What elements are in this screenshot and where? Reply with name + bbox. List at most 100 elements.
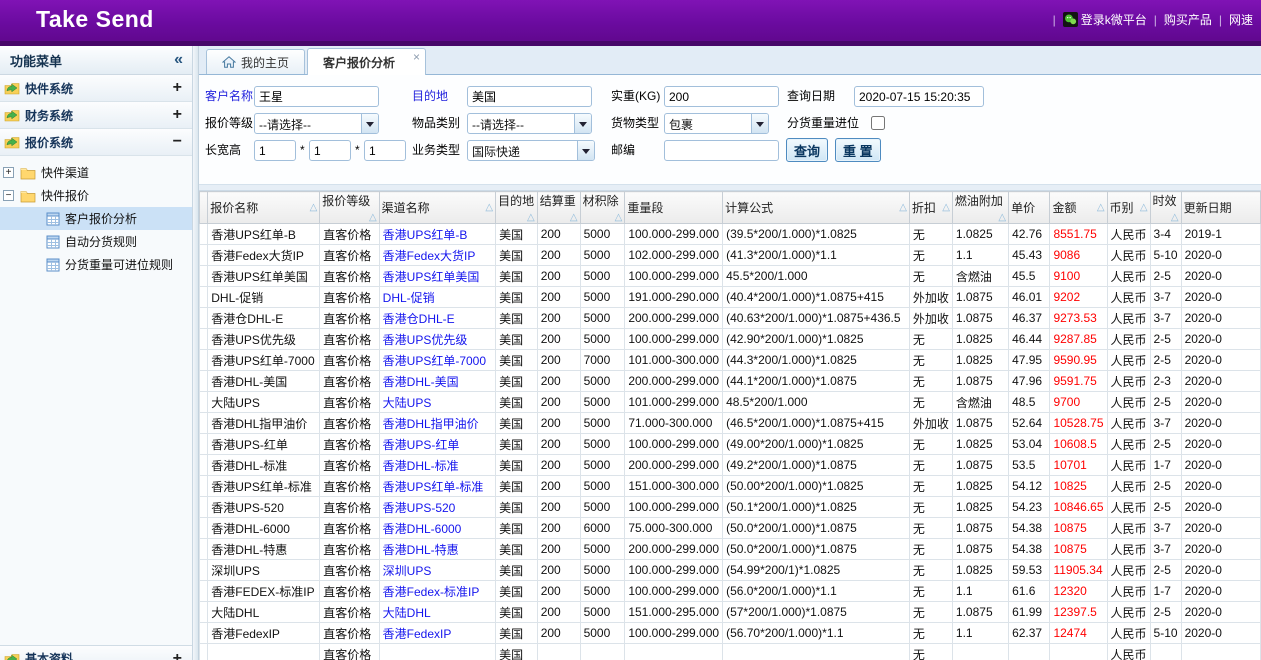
item-type-select[interactable]: --请选择-- xyxy=(467,113,592,134)
tree-leaf-label[interactable]: 分货重量可进位规则 xyxy=(65,256,173,273)
customer-name-input[interactable] xyxy=(254,86,379,107)
tree-node-express-quote[interactable]: − 快件报价 xyxy=(0,184,192,207)
cell-channel[interactable]: 深圳UPS xyxy=(379,560,495,581)
destination-input[interactable] xyxy=(467,86,592,107)
quote-row[interactable]: 香港DHL-特惠直客价格香港DHL-特惠美国2005000200.000-299… xyxy=(200,539,1261,560)
tab-my-homepage[interactable]: 我的主页 xyxy=(206,49,305,74)
quote-grade-select[interactable]: --请选择-- xyxy=(254,113,379,134)
split-weight-rounding-checkbox[interactable] xyxy=(871,116,885,130)
column-header-formula[interactable]: 计算公式△ xyxy=(723,192,910,224)
cell-channel[interactable]: 大陆UPS xyxy=(379,392,495,413)
quote-row[interactable]: 大陆UPS直客价格大陆UPS美国2005000101.000-299.00048… xyxy=(200,392,1261,413)
sidebar-section-quote[interactable]: 报价系统 − xyxy=(0,129,192,156)
sidebar-section-express[interactable]: 快件系统 + xyxy=(0,75,192,102)
expand-plus-icon[interactable]: + xyxy=(173,107,182,123)
cell-channel[interactable]: 香港UPS优先级 xyxy=(379,329,495,350)
search-button[interactable]: 查询 xyxy=(786,138,828,162)
cell-channel[interactable]: 香港FedexIP xyxy=(379,623,495,644)
sort-icon[interactable]: △ xyxy=(942,202,950,213)
quote-row[interactable]: 直客价格美国无人民币 xyxy=(200,644,1261,660)
quote-row[interactable]: 香港UPS红单-B直客价格香港UPS红单-B美国2005000100.000-2… xyxy=(200,224,1261,245)
buy-product-link[interactable]: 购买产品 xyxy=(1164,11,1212,28)
column-header-fuel[interactable]: 燃油附加△ xyxy=(952,192,1008,224)
column-header-charge_weight[interactable]: 结算重△ xyxy=(537,192,580,224)
cell-channel[interactable]: 香港DHL-标准 xyxy=(379,455,495,476)
quote-row[interactable]: 香港DHL-标准直客价格香港DHL-标准美国2005000200.000-299… xyxy=(200,455,1261,476)
tree-leaf-customer-quote-analysis[interactable]: 客户报价分析 xyxy=(0,207,192,230)
length-input[interactable] xyxy=(254,140,296,161)
close-tab-icon[interactable]: × xyxy=(413,50,420,64)
cargo-type-select[interactable]: 包裹 xyxy=(664,113,769,134)
query-date-input[interactable] xyxy=(854,86,984,107)
tab-customer-quote-analysis[interactable]: 客户报价分析 × xyxy=(307,48,426,75)
sort-icon[interactable]: △ xyxy=(899,202,907,213)
quote-row[interactable]: 香港UPS优先级直客价格香港UPS优先级美国2005000100.000-299… xyxy=(200,329,1261,350)
quote-row[interactable]: 香港DHL-6000直客价格香港DHL-6000美国200600075.000-… xyxy=(200,518,1261,539)
tree-node-label[interactable]: 快件报价 xyxy=(41,187,89,204)
net-speed-link[interactable]: 网速 xyxy=(1229,11,1253,28)
quote-row[interactable]: 香港Fedex大货IP直客价格香港Fedex大货IP美国2005000102.0… xyxy=(200,245,1261,266)
quote-row[interactable]: 香港DHL指甲油价直客价格香港DHL指甲油价美国200500071.000-30… xyxy=(200,413,1261,434)
cell-channel[interactable]: 香港UPS红单-7000 xyxy=(379,350,495,371)
actual-weight-input[interactable] xyxy=(664,86,779,107)
dropdown-arrow-icon[interactable] xyxy=(751,114,768,133)
cell-channel[interactable]: 香港UPS红单美国 xyxy=(379,266,495,287)
sort-icon[interactable]: △ xyxy=(1171,212,1179,223)
dropdown-arrow-icon[interactable] xyxy=(361,114,378,133)
sort-icon[interactable]: △ xyxy=(1140,202,1148,213)
quote-row[interactable]: DHL-促销直客价格DHL-促销美国2005000191.000-290.000… xyxy=(200,287,1261,308)
expand-plus-icon[interactable]: + xyxy=(3,167,14,178)
cell-channel[interactable]: 香港UPS红单-B xyxy=(379,224,495,245)
height-input[interactable] xyxy=(364,140,406,161)
tree-node-label[interactable]: 快件渠道 xyxy=(41,164,89,181)
width-input[interactable] xyxy=(309,140,351,161)
cell-channel[interactable]: 香港DHL-6000 xyxy=(379,518,495,539)
column-header-discount[interactable]: 折扣△ xyxy=(909,192,952,224)
tree-leaf-label[interactable]: 自动分货规则 xyxy=(65,233,137,250)
cell-channel[interactable]: DHL-促销 xyxy=(379,287,495,308)
quote-row[interactable]: 香港FEDEX-标准IP直客价格香港Fedex-标准IP美国2005000100… xyxy=(200,581,1261,602)
column-header-aging[interactable]: 时效△ xyxy=(1150,192,1181,224)
column-header-channel[interactable]: 渠道名称△ xyxy=(379,192,495,224)
cell-channel[interactable]: 香港UPS-红单 xyxy=(379,434,495,455)
quote-row[interactable]: 香港UPS红单美国直客价格香港UPS红单美国美国2005000100.000-2… xyxy=(200,266,1261,287)
sort-icon[interactable]: △ xyxy=(310,202,318,213)
sort-icon[interactable]: △ xyxy=(1097,202,1105,213)
quote-row[interactable]: 深圳UPS直客价格深圳UPS美国2005000100.000-299.000(5… xyxy=(200,560,1261,581)
sort-icon[interactable]: △ xyxy=(485,202,493,213)
reset-button[interactable]: 重 置 xyxy=(835,138,881,162)
collapse-minus-icon[interactable]: − xyxy=(173,134,182,150)
sidebar-section-finance[interactable]: 财务系统 + xyxy=(0,102,192,129)
column-header-amount[interactable]: 金额△ xyxy=(1050,192,1107,224)
sort-icon[interactable]: △ xyxy=(615,212,623,223)
tree-leaf-auto-split-rules[interactable]: 自动分货规则 xyxy=(0,230,192,253)
column-header-grade[interactable]: 报价等级△ xyxy=(320,192,379,224)
tree-leaf-split-weight-rounding-rules[interactable]: 分货重量可进位规则 xyxy=(0,253,192,276)
tree-leaf-label[interactable]: 客户报价分析 xyxy=(65,210,137,227)
column-header-currency[interactable]: 币别△ xyxy=(1107,192,1150,224)
quote-row[interactable]: 香港UPS-红单直客价格香港UPS-红单美国2005000100.000-299… xyxy=(200,434,1261,455)
business-type-select[interactable]: 国际快递 xyxy=(467,140,595,161)
quote-row[interactable]: 香港仓DHL-E直客价格香港仓DHL-E美国2005000200.000-299… xyxy=(200,308,1261,329)
cell-channel[interactable]: 香港UPS-520 xyxy=(379,497,495,518)
cell-channel[interactable]: 香港DHL-美国 xyxy=(379,371,495,392)
login-kwei-link[interactable]: 登录k微平台 xyxy=(1063,11,1147,28)
column-header-name[interactable]: 报价名称△ xyxy=(208,192,320,224)
column-header-vol_divisor[interactable]: 材积除△ xyxy=(580,192,625,224)
cell-channel[interactable]: 香港Fedex大货IP xyxy=(379,245,495,266)
expand-plus-icon[interactable]: + xyxy=(173,80,182,96)
quote-row[interactable]: 香港UPS红单-7000直客价格香港UPS红单-7000美国2007000101… xyxy=(200,350,1261,371)
sort-icon[interactable]: △ xyxy=(570,212,578,223)
cell-channel[interactable]: 香港Fedex-标准IP xyxy=(379,581,495,602)
dropdown-arrow-icon[interactable] xyxy=(574,114,591,133)
dropdown-arrow-icon[interactable] xyxy=(577,141,594,160)
quote-row[interactable]: 香港FedexIP直客价格香港FedexIP美国2005000100.000-2… xyxy=(200,623,1261,644)
quote-row[interactable]: 香港UPS红单-标准直客价格香港UPS红单-标准美国2005000151.000… xyxy=(200,476,1261,497)
cell-channel[interactable]: 大陆DHL xyxy=(379,602,495,623)
sort-icon[interactable]: △ xyxy=(369,212,377,223)
collapse-minus-icon[interactable]: − xyxy=(3,190,14,201)
cell-channel[interactable]: 香港DHL-特惠 xyxy=(379,539,495,560)
quote-row[interactable]: 大陆DHL直客价格大陆DHL美国2005000151.000-295.000(5… xyxy=(200,602,1261,623)
column-header-dest[interactable]: 目的地△ xyxy=(496,192,538,224)
tree-node-express-channel[interactable]: + 快件渠道 xyxy=(0,161,192,184)
